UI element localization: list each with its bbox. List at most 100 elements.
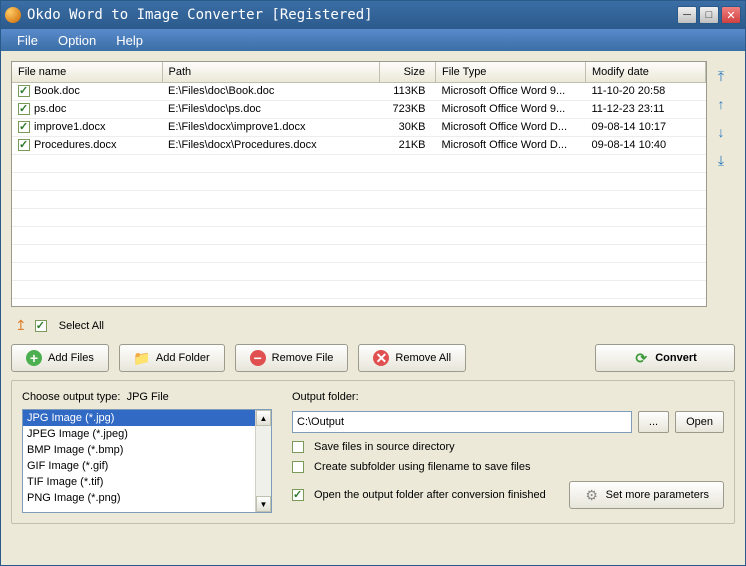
remove-all-button[interactable]: ✕ Remove All: [358, 344, 466, 372]
cell-modify: 09-08-14 10:40: [586, 136, 706, 154]
remove-all-icon: ✕: [373, 350, 389, 366]
output-type-option[interactable]: JPEG Image (*.jpeg): [23, 426, 255, 442]
cell-path: E:\Files\doc\Book.doc: [162, 82, 380, 100]
convert-label: Convert: [655, 352, 697, 364]
content-area: File name Path Size File Type Modify dat…: [1, 51, 745, 565]
cell-filetype: Microsoft Office Word D...: [436, 136, 586, 154]
output-type-option[interactable]: PNG Image (*.png): [23, 490, 255, 506]
row-checkbox[interactable]: [18, 139, 30, 151]
cell-modify: 11-10-20 20:58: [586, 82, 706, 100]
cell-filename: Book.doc: [12, 82, 162, 100]
scroll-up-button[interactable]: ▲: [256, 410, 271, 426]
save-in-source-label: Save files in source directory: [314, 441, 455, 453]
move-down-button[interactable]: ↓: [712, 123, 730, 141]
cell-filename: ps.doc: [12, 100, 162, 118]
cell-path: E:\Files\docx\improve1.docx: [162, 118, 380, 136]
col-modify[interactable]: Modify date: [586, 62, 706, 82]
output-type-option[interactable]: JPG Image (*.jpg): [23, 410, 255, 426]
save-in-source-checkbox[interactable]: [292, 441, 304, 453]
output-folder-row: ... Open: [292, 411, 724, 433]
table-row: [12, 190, 706, 208]
type-list-scrollbar[interactable]: ▲ ▼: [255, 410, 271, 512]
move-bottom-button[interactable]: ⤓: [712, 151, 730, 169]
menu-help[interactable]: Help: [106, 31, 153, 50]
output-type-column: Choose output type: JPG File JPG Image (…: [22, 391, 272, 513]
row-checkbox[interactable]: [18, 85, 30, 97]
output-folder-column: Output folder: ... Open Save files in so…: [292, 391, 724, 513]
window-title: Okdo Word to Image Converter [Registered…: [27, 7, 677, 23]
table-row[interactable]: Book.docE:\Files\doc\Book.doc113KBMicros…: [12, 82, 706, 100]
file-pane: File name Path Size File Type Modify dat…: [11, 61, 735, 307]
cell-filename: improve1.docx: [12, 118, 162, 136]
output-folder-label: Output folder:: [292, 391, 724, 403]
open-after-label: Open the output folder after conversion …: [314, 489, 546, 501]
col-filename[interactable]: File name: [12, 62, 162, 82]
file-table-wrap: File name Path Size File Type Modify dat…: [11, 61, 707, 307]
output-settings-pane: Choose output type: JPG File JPG Image (…: [11, 380, 735, 524]
remove-all-label: Remove All: [395, 352, 451, 364]
scroll-track[interactable]: [256, 426, 271, 496]
create-subfolder-label: Create subfolder using filename to save …: [314, 461, 530, 473]
cell-size: 30KB: [380, 118, 436, 136]
reorder-arrows: ⤒ ↑ ↓ ⤓: [707, 61, 735, 307]
remove-file-button[interactable]: − Remove File: [235, 344, 349, 372]
cell-filetype: Microsoft Office Word 9...: [436, 82, 586, 100]
plus-icon: +: [26, 350, 42, 366]
output-type-option[interactable]: GIF Image (*.gif): [23, 458, 255, 474]
table-row[interactable]: ps.docE:\Files\doc\ps.doc723KBMicrosoft …: [12, 100, 706, 118]
table-row: [12, 172, 706, 190]
cell-filetype: Microsoft Office Word 9...: [436, 100, 586, 118]
add-folder-label: Add Folder: [156, 352, 210, 364]
menu-option[interactable]: Option: [48, 31, 106, 50]
output-type-option[interactable]: TIF Image (*.tif): [23, 474, 255, 490]
close-button[interactable]: ✕: [721, 6, 741, 24]
row-checkbox[interactable]: [18, 103, 30, 115]
set-more-label: Set more parameters: [606, 489, 709, 501]
move-up-button[interactable]: ↑: [712, 95, 730, 113]
table-row[interactable]: Procedures.docxE:\Files\docx\Procedures.…: [12, 136, 706, 154]
table-row[interactable]: improve1.docxE:\Files\docx\improve1.docx…: [12, 118, 706, 136]
app-icon: [5, 7, 21, 23]
app-window: Okdo Word to Image Converter [Registered…: [0, 0, 746, 566]
minus-icon: −: [250, 350, 266, 366]
cell-filename: Procedures.docx: [12, 136, 162, 154]
open-after-checkbox[interactable]: [292, 489, 304, 501]
output-type-list[interactable]: JPG Image (*.jpg)JPEG Image (*.jpeg)BMP …: [22, 409, 272, 513]
set-more-parameters-button[interactable]: ⚙ Set more parameters: [569, 481, 724, 509]
current-type-value: JPG File: [127, 391, 169, 403]
scroll-down-button[interactable]: ▼: [256, 496, 271, 512]
cell-path: E:\Files\doc\ps.doc: [162, 100, 380, 118]
cell-filetype: Microsoft Office Word D...: [436, 118, 586, 136]
table-row: [12, 262, 706, 280]
row-checkbox[interactable]: [18, 121, 30, 133]
col-filetype[interactable]: File Type: [436, 62, 586, 82]
move-top-button[interactable]: ⤒: [712, 67, 730, 85]
output-folder-input[interactable]: [292, 411, 632, 433]
table-header-row: File name Path Size File Type Modify dat…: [12, 62, 706, 82]
menu-file[interactable]: File: [7, 31, 48, 50]
select-all-row: ↥ Select All: [11, 315, 735, 336]
action-button-row: + Add Files 📁 Add Folder − Remove File ✕…: [11, 344, 735, 372]
add-folder-button[interactable]: 📁 Add Folder: [119, 344, 225, 372]
choose-type-label: Choose output type: JPG File: [22, 391, 272, 403]
up-folder-icon[interactable]: ↥: [15, 317, 27, 334]
table-row: [12, 154, 706, 172]
open-folder-button[interactable]: Open: [675, 411, 724, 433]
convert-button[interactable]: ⟳ Convert: [595, 344, 735, 372]
select-all-checkbox[interactable]: [35, 320, 47, 332]
add-files-label: Add Files: [48, 352, 94, 364]
maximize-button[interactable]: □: [699, 6, 719, 24]
add-files-button[interactable]: + Add Files: [11, 344, 109, 372]
cell-modify: 09-08-14 10:17: [586, 118, 706, 136]
cell-size: 21KB: [380, 136, 436, 154]
output-type-option[interactable]: BMP Image (*.bmp): [23, 442, 255, 458]
save-in-source-row: Save files in source directory: [292, 441, 724, 453]
col-size[interactable]: Size: [380, 62, 436, 82]
title-bar: Okdo Word to Image Converter [Registered…: [1, 1, 745, 29]
col-path[interactable]: Path: [162, 62, 380, 82]
create-subfolder-checkbox[interactable]: [292, 461, 304, 473]
file-table: File name Path Size File Type Modify dat…: [12, 62, 706, 299]
browse-button[interactable]: ...: [638, 411, 669, 433]
convert-icon: ⟳: [633, 350, 649, 366]
minimize-button[interactable]: ─: [677, 6, 697, 24]
